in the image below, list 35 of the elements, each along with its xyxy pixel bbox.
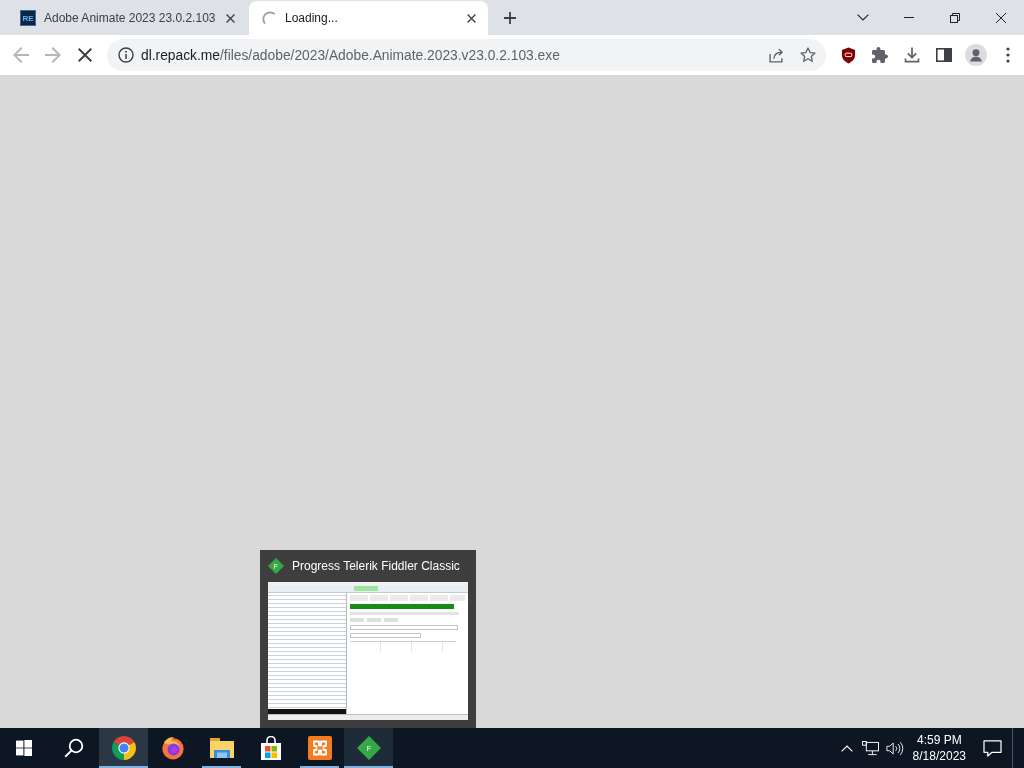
restore-icon[interactable] — [950, 12, 960, 23]
taskbar-clock[interactable]: 4:59 PM 8/18/2023 — [906, 728, 972, 768]
side-panel-icon[interactable] — [936, 48, 952, 62]
browser-tab[interactable]: Loading... — [249, 1, 488, 35]
chrome-icon — [111, 736, 136, 760]
close-tab-icon[interactable] — [467, 13, 476, 23]
download-icon[interactable] — [904, 47, 920, 63]
taskbar-button[interactable] — [99, 728, 148, 768]
new-tab-icon[interactable] — [504, 11, 516, 24]
folder-icon — [209, 738, 234, 758]
info-icon[interactable] — [118, 47, 134, 63]
chevron-up-icon[interactable] — [840, 744, 853, 752]
browser-tab[interactable]: RE Adobe Animate 2023 23.0.2.103 — [8, 1, 247, 35]
shopping-bag-icon — [258, 736, 283, 760]
share-icon[interactable] — [768, 47, 784, 63]
address-bar[interactable]: dl.repack.me/files/adobe/2023/Adobe.Animate.2023.v23.0.2.103.exe — [107, 39, 826, 71]
preview-window-title: Progress Telerik Fiddler Classic — [292, 559, 460, 573]
search-icon[interactable] — [63, 738, 84, 758]
volume-icon[interactable] — [885, 740, 904, 756]
star-icon[interactable] — [800, 47, 816, 63]
shield-icon[interactable] — [840, 46, 856, 64]
notification-icon[interactable] — [982, 739, 1002, 757]
fiddler-icon: F — [356, 736, 381, 760]
network-icon[interactable] — [862, 740, 880, 756]
stop-loading-icon[interactable] — [78, 48, 92, 62]
chevron-down-icon[interactable] — [857, 14, 869, 21]
windows-start-icon[interactable] — [16, 740, 32, 756]
menu-icon[interactable] — [1006, 47, 1010, 63]
close-icon[interactable] — [996, 12, 1006, 23]
profile-avatar-icon[interactable] — [965, 44, 987, 66]
close-tab-icon[interactable] — [226, 13, 235, 23]
firefox-icon — [160, 736, 185, 760]
xampp-icon — [307, 736, 332, 760]
puzzle-icon[interactable] — [872, 47, 888, 63]
site-favicon-icon: RE — [20, 10, 36, 26]
